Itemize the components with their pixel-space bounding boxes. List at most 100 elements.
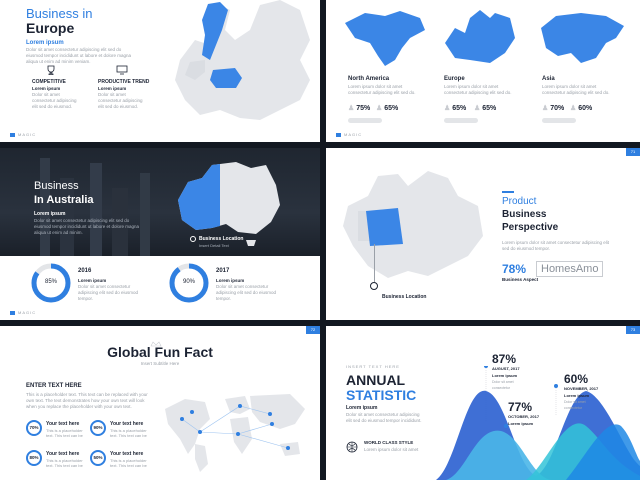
region-name-europe: Europe: [444, 76, 465, 82]
item-sub-4: This is a placeholder text. This text ca…: [110, 458, 147, 468]
item-sub-2: This is a placeholder text. This text ca…: [110, 428, 147, 438]
slide-number-tag: 73: [626, 326, 640, 334]
slide-number-tag: 71: [626, 148, 640, 156]
slide-business-australia[interactable]: Business In Australia Lorem ipsum Dolor …: [0, 148, 320, 320]
location-leader-line: [374, 244, 375, 282]
location-label: Business Location: [199, 236, 244, 242]
stat-asia-2: ♟ 60%: [570, 105, 593, 112]
stat-europe-1: ♟ 65%: [444, 105, 467, 112]
stat-north-america-2: ♟ 65%: [376, 105, 399, 112]
feature-competitive-sub: Lorem ipsum: [32, 86, 61, 91]
north-america-map: [345, 11, 425, 66]
item-sub-1: This is a placeholder text. This text ca…: [46, 428, 83, 438]
slide-title-line1: Business: [34, 180, 79, 192]
location-pin-icon: [370, 282, 378, 290]
slide-title-line3: Perspective: [502, 222, 559, 233]
item-label-2: Your text here: [110, 421, 144, 427]
slide-business-europe[interactable]: Business in Europe Lorem ipsum Dolor sit…: [0, 0, 320, 142]
highlight-western-australia: [178, 164, 220, 230]
lorem-text: Dolor sit amet consectetur adipiscing el…: [346, 412, 422, 423]
slide-title: Global Fun Fact: [107, 344, 213, 360]
world-label: WORLD CLASS STYLE: [364, 440, 414, 445]
stat-value-1: 87%: [492, 352, 517, 366]
region-text-europe: Lorem ipsum dolor sit amet consectetur a…: [444, 84, 512, 95]
brand-logo: MAGIC: [10, 132, 36, 137]
progress-label-2016: 85%: [44, 279, 57, 285]
feature-productive-sub: Lorem ipsum: [98, 86, 127, 91]
stat-text-2: Dolor sit amet consectetur: [564, 400, 586, 410]
stat-north-america-1: ♟ 75%: [348, 105, 371, 112]
stat-value-2: 60%: [564, 372, 589, 386]
stat-circle-1: 70%: [26, 420, 42, 436]
slide-regions[interactable]: North America Lorem ipsum dolor sit amet…: [326, 0, 640, 142]
feature-productive-text: Dolor sit amet consectetur adipiscing el…: [98, 92, 143, 109]
highlight-province: [366, 208, 403, 246]
lorem-text: Dolor sit amet consectetur adipiscing el…: [34, 218, 140, 235]
year-2017-text: Dolor sit amet consectetur adipiscing el…: [216, 284, 277, 301]
globe-icon: [346, 440, 358, 453]
location-pin-icon: [190, 236, 196, 242]
region-text-asia: Lorem ipsum dolor sit amet consectetur a…: [542, 84, 610, 95]
asia-map: [541, 13, 624, 63]
slide-title-line1: Business in: [26, 6, 93, 21]
stat-text-1: Dolor sit amet consectetur: [492, 380, 514, 390]
feature-competitive-title: COMPETITIVE: [32, 79, 66, 85]
stat-month-3: OCTOBER, 2017: [508, 414, 540, 419]
slide-global-fun-fact[interactable]: 72 Global Fun Fact Insert Subtitle Here …: [0, 326, 320, 480]
stat-europe-2: ♟ 65%: [474, 105, 497, 112]
lorem-heading: Lorem ipsum: [34, 211, 66, 217]
lorem-heading: Lorem ipsum: [346, 405, 378, 411]
slide-title-line2: Europe: [26, 20, 75, 36]
stat-asia-1: ♟ 70%: [542, 105, 565, 112]
year-2016-text: Dolor sit amet consectetur adipiscing el…: [78, 284, 139, 301]
europe-map: [175, 0, 310, 120]
stat-circle-3: 80%: [26, 450, 42, 466]
location-sub: Insert Detail Text: [199, 243, 229, 248]
pill-north-america: [348, 118, 382, 123]
year-2017: 2017: [216, 268, 230, 274]
progress-label-2017: 90%: [182, 279, 195, 285]
monitor-icon: [116, 62, 128, 75]
region-name-asia: Asia: [542, 76, 555, 82]
slide-title-line1: Product: [502, 196, 537, 207]
item-sub-3: This is a placeholder text. This text ca…: [46, 458, 83, 468]
stat-heading-1: Lorem ipsum: [492, 373, 518, 378]
item-label-3: Your text here: [46, 451, 80, 457]
body-text: This is a placeholder text. This text ca…: [26, 392, 148, 409]
slide-title-line2: Business: [502, 209, 547, 220]
feature-productive-title: PRODUCTIVE TREND: [98, 79, 150, 85]
area-chart: [436, 366, 640, 480]
stat-label: Business Aspect: [502, 277, 539, 282]
stat-circle-4: 50%: [90, 450, 106, 466]
stat-month-2: NOVEMBER, 2017: [564, 386, 599, 391]
region-text-north-america: Lorem ipsum dolor sit amet consectetur a…: [348, 84, 416, 95]
watermark: HomesAmo: [536, 261, 604, 277]
person-icon: ♟: [444, 105, 451, 112]
slide-title-line1: ANNUAL: [346, 372, 406, 388]
slide-title-line2: In Australia: [34, 194, 94, 206]
crown-icon: [150, 334, 162, 347]
stat-value-3: 77%: [508, 400, 533, 414]
accent-bar: [502, 191, 514, 193]
slide-number-tag: 72: [306, 326, 320, 334]
brand-logo: MAGIC: [336, 132, 362, 137]
item-label-1: Your text here: [46, 421, 80, 427]
person-icon: ♟: [474, 105, 481, 112]
location-label: Business Location: [382, 294, 427, 300]
year-2016-heading: Lorem ipsum: [78, 278, 107, 283]
lorem-text: Lorem ipsum dolor sit amet consectetur a…: [502, 240, 610, 251]
lorem-heading: Lorem ipsum: [26, 40, 64, 46]
stat-heading-2: Lorem ipsum: [564, 393, 590, 398]
person-icon: ♟: [348, 105, 355, 112]
person-icon: ♟: [542, 105, 549, 112]
slide-subtitle: Insert Subtitle Here: [140, 361, 180, 366]
slide-product-perspective[interactable]: 71 Business Location Product Business Pe…: [326, 148, 640, 320]
year-2017-heading: Lorem ipsum: [216, 278, 245, 283]
slide-annual-statistic[interactable]: 73 INSERT TEXT HERE ANNUAL STATISTIC Lor…: [326, 326, 640, 480]
trophy-icon: [46, 62, 56, 76]
pill-europe: [444, 118, 478, 123]
region-name-north-america: North America: [348, 76, 390, 82]
person-icon: ♟: [570, 105, 577, 112]
feature-competitive-text: Dolor sit amet consectetur adipiscing el…: [32, 92, 77, 109]
brand-logo: MAGIC: [10, 310, 36, 315]
